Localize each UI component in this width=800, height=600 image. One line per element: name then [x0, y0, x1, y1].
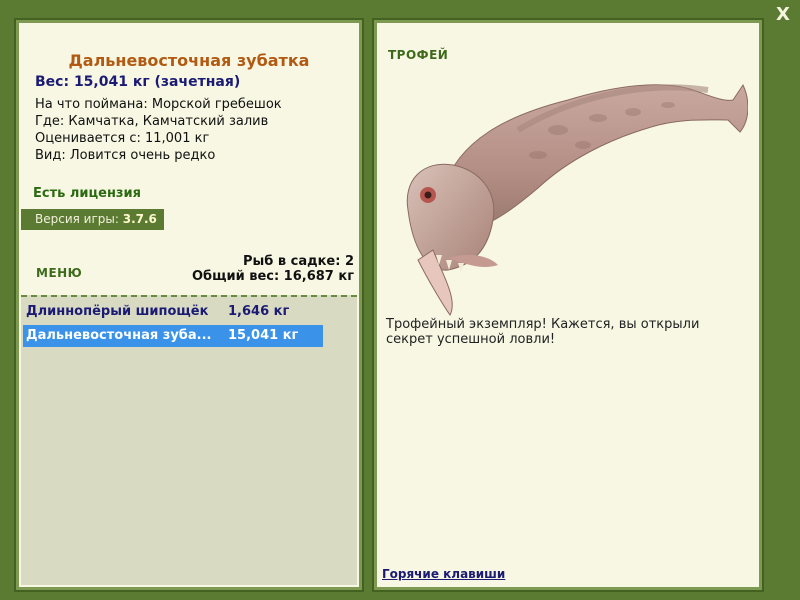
close-button[interactable]: X — [774, 6, 792, 24]
version-badge: Версия игры: 3.7.6 — [21, 209, 164, 230]
trophy-panel: ТРОФЕЙ Трофейный экземпляр! Кажется, вы … — [372, 18, 764, 592]
catch-list: Длиннопёрый шипощёк 1,646 кг Дальневосто… — [21, 295, 357, 585]
cage-count: Рыб в садке: 2 — [242, 254, 354, 269]
fish-info-content: Дальневосточная зубатка Вес: 15,041 кг (… — [21, 25, 357, 585]
fish-info-panel: Дальневосточная зубатка Вес: 15,041 кг (… — [14, 18, 364, 592]
trophy-message: Трофейный экземпляр! Кажется, вы открыли… — [386, 317, 700, 347]
rarity-info: Вид: Ловится очень редко — [35, 148, 216, 163]
catch-list-item[interactable]: Длиннопёрый шипощёк 1,646 кг — [23, 301, 323, 323]
catch-name: Длиннопёрый шипощёк — [26, 304, 209, 319]
menu-button[interactable]: МЕНЮ — [36, 266, 82, 280]
cage-stats: Рыб в садке: 2 Общий вес: 16,687 кг — [192, 254, 354, 284]
bait-info: На что поймана: Морской гребешок — [35, 97, 282, 112]
catch-weight: 1,646 кг — [228, 304, 290, 319]
fish-title: Дальневосточная зубатка — [68, 51, 310, 70]
catch-weight: 15,041 кг — [228, 328, 299, 343]
license-status: Есть лицензия — [33, 186, 141, 201]
catch-list-item-selected[interactable]: Дальневосточная зуба... 15,041 кг — [23, 325, 323, 347]
fish-weight: Вес: 15,041 кг (зачетная) — [35, 74, 241, 90]
fish-illustration — [406, 83, 748, 316]
catch-name: Дальневосточная зуба... — [26, 328, 212, 343]
version-value: 3.7.6 — [122, 212, 157, 226]
hotkeys-link[interactable]: Горячие клавиши — [382, 567, 505, 581]
version-label: Версия игры: — [35, 212, 119, 226]
rating-info: Оценивается с: 11,001 кг — [35, 131, 210, 146]
location-info: Где: Камчатка, Камчатский залив — [35, 114, 269, 129]
cage-total-weight: Общий вес: 16,687 кг — [191, 269, 354, 284]
